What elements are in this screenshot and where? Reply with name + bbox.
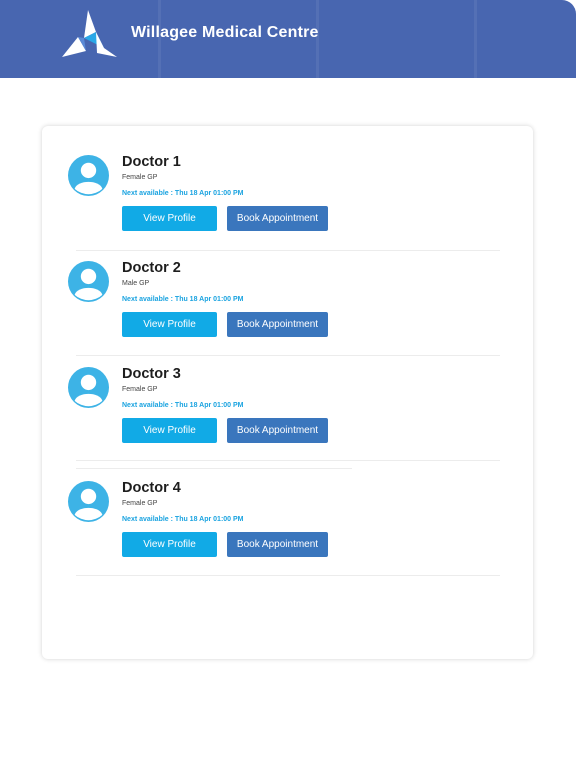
avatar-icon xyxy=(68,367,109,408)
doctor-list-item: Doctor 2 Male GP Next available : Thu 18… xyxy=(42,258,533,358)
divider xyxy=(76,355,500,356)
book-appointment-button[interactable]: Book Appointment xyxy=(227,312,328,337)
divider xyxy=(76,460,500,461)
doctor-name: Doctor 3 xyxy=(122,366,181,382)
view-profile-button[interactable]: View Profile xyxy=(122,532,217,557)
doctor-name: Doctor 2 xyxy=(122,260,181,276)
doctor-name: Doctor 4 xyxy=(122,480,181,496)
book-appointment-button[interactable]: Book Appointment xyxy=(227,532,328,557)
doctor-role: Female GP xyxy=(122,500,158,507)
doctor-list-item: Doctor 1 Female GP Next available : Thu … xyxy=(42,152,533,252)
avatar-icon xyxy=(68,481,109,522)
view-profile-button[interactable]: View Profile xyxy=(122,418,217,443)
next-available-text: Next available : Thu 18 Apr 01:00 PM xyxy=(122,516,244,523)
doctor-list-card: Doctor 1 Female GP Next available : Thu … xyxy=(42,126,533,659)
doctor-name: Doctor 1 xyxy=(122,154,181,170)
avatar-icon xyxy=(68,261,109,302)
app-header: Willagee Medical Centre xyxy=(0,0,576,78)
next-available-text: Next available : Thu 18 Apr 01:00 PM xyxy=(122,296,244,303)
doctor-list-item: Doctor 4 Female GP Next available : Thu … xyxy=(42,478,533,578)
book-appointment-button[interactable]: Book Appointment xyxy=(227,206,328,231)
triangle-logo-icon[interactable] xyxy=(60,8,118,60)
site-title[interactable]: Willagee Medical Centre xyxy=(131,24,319,42)
doctor-role: Male GP xyxy=(122,280,150,287)
view-profile-button[interactable]: View Profile xyxy=(122,312,217,337)
doctor-role: Female GP xyxy=(122,386,158,393)
view-profile-button[interactable]: View Profile xyxy=(122,206,217,231)
divider xyxy=(76,468,352,469)
header-decor xyxy=(474,0,477,78)
book-appointment-button[interactable]: Book Appointment xyxy=(227,418,328,443)
avatar-icon xyxy=(68,155,109,196)
divider xyxy=(76,250,500,251)
doctor-role: Female GP xyxy=(122,174,158,181)
next-available-text: Next available : Thu 18 Apr 01:00 PM xyxy=(122,402,244,409)
divider xyxy=(76,575,500,576)
doctor-list-item: Doctor 3 Female GP Next available : Thu … xyxy=(42,364,533,464)
next-available-text: Next available : Thu 18 Apr 01:00 PM xyxy=(122,190,244,197)
